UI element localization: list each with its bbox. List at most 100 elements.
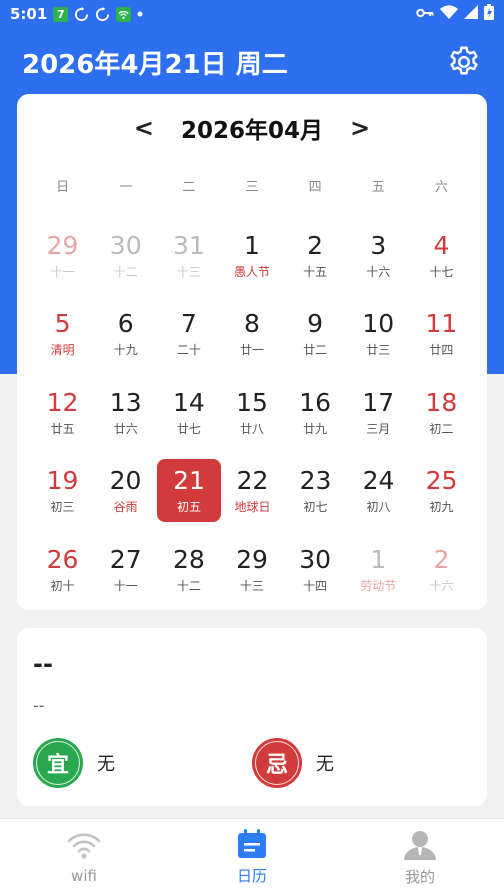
calendar-day[interactable]: 31 十三	[157, 222, 220, 301]
calendar-day[interactable]: 17 三月	[347, 379, 410, 458]
calendar-day[interactable]: 25 初九	[410, 458, 473, 537]
lunar-date: 劳动节	[360, 578, 397, 593]
calendar-day[interactable]: 23 初七	[284, 458, 347, 537]
lunar-date: 二十	[176, 343, 201, 358]
person-icon	[404, 831, 436, 860]
calendar-day[interactable]: 18 初二	[410, 379, 473, 458]
nav-calendar[interactable]: 日历	[168, 819, 336, 896]
month-title[interactable]: 2026年04月	[181, 111, 323, 145]
lunar-date: 十七	[429, 264, 454, 279]
calendar-day[interactable]: 19 初三	[31, 458, 94, 537]
calendar-day[interactable]: 20 谷雨	[94, 458, 157, 537]
calendar-day[interactable]: 24 初八	[347, 458, 410, 537]
day-number: 31	[172, 230, 205, 260]
calendar-day[interactable]: 5 清明	[31, 301, 94, 380]
nav-profile-label: 我的	[404, 868, 435, 886]
nav-profile[interactable]: 我的	[336, 819, 504, 896]
battery-icon	[484, 4, 494, 24]
calendar-day[interactable]: 6 十九	[94, 301, 157, 380]
calendar-day[interactable]: 8 廿一	[220, 301, 283, 380]
day-number: 24	[362, 466, 395, 496]
lunar-date: 十五	[303, 264, 328, 279]
lunar-date: 初五	[176, 500, 201, 515]
lunar-date: 十九	[113, 343, 138, 358]
calendar-day[interactable]: 12 廿五	[31, 379, 94, 458]
day-number: 23	[299, 466, 332, 496]
prev-month-button[interactable]: <	[131, 114, 157, 142]
weekday-label: 日	[56, 180, 70, 195]
calendar-day[interactable]: 7 二十	[157, 301, 220, 380]
day-number: 28	[172, 544, 205, 574]
day-number: 7	[180, 309, 197, 339]
selected-day-highlight: 21 初五	[157, 459, 221, 523]
calendar-day[interactable]: 1 劳动节	[347, 536, 410, 615]
settings-button[interactable]	[446, 44, 482, 80]
calendar-day[interactable]: 28 十二	[157, 536, 220, 615]
calendar-day[interactable]: 11 廿四	[410, 301, 473, 380]
calendar-card: < 2026年04月 > 日一二三四五六 29 十一 30 十二 31 十三 1 愚人节 2 十五…	[17, 94, 487, 610]
cell-signal-icon	[464, 5, 478, 23]
lunar-date: 谷雨	[113, 500, 138, 515]
calendar-day[interactable]: 1 愚人节	[220, 222, 283, 301]
nav-wifi[interactable]: wifi	[0, 819, 168, 896]
calendar-day[interactable]: 29 十一	[31, 222, 94, 301]
day-number: 10	[362, 309, 395, 339]
day-number: 25	[425, 466, 458, 496]
calendar-day[interactable]: 2 十六	[410, 536, 473, 615]
yi-section: 宜 无	[33, 738, 115, 788]
calendar-day[interactable]: 4 十七	[410, 222, 473, 301]
lunar-date: 十三	[239, 578, 264, 593]
calendar-week-row: 26 初十 27 十一 28 十二 29 十三 30 十四 1 劳动节 2 十六	[31, 536, 473, 615]
calendar-day[interactable]: 10 廿三	[347, 301, 410, 380]
month-navigator: < 2026年04月 >	[17, 108, 487, 148]
calendar-week-row: 5 清明 6 十九 7 二十 8 廿一 9 廿二 10 廿三 11 廿四	[31, 301, 473, 380]
calendar-day-selected[interactable]: 21 初五	[157, 458, 221, 537]
weekday-label: 三	[245, 180, 259, 195]
next-month-button[interactable]: >	[347, 114, 373, 142]
calendar-day[interactable]: 22 地球日	[221, 458, 284, 537]
day-number: 2	[307, 230, 324, 260]
weekday-label: 一	[119, 180, 133, 195]
almanac-title: --	[33, 650, 53, 678]
calendar-day[interactable]: 16 廿九	[284, 379, 347, 458]
calendar-week-row: 29 十一 30 十二 31 十三 1 愚人节 2 十五 3 十六 4 十七	[31, 222, 473, 301]
calendar-day[interactable]: 27 十一	[94, 536, 157, 615]
day-number: 15	[236, 387, 268, 417]
app-header: 2026年4月21日 周二	[22, 40, 482, 84]
day-number: 19	[46, 466, 79, 496]
lunar-date: 廿四	[429, 343, 454, 358]
calendar-day[interactable]: 26 初十	[31, 536, 94, 615]
calendar-day[interactable]: 30 十二	[94, 222, 157, 301]
calendar-day[interactable]: 13 廿六	[94, 379, 157, 458]
weekday-label: 六	[434, 180, 448, 195]
calendar-day[interactable]: 2 十五	[284, 222, 347, 301]
ji-section: 忌 无	[252, 738, 334, 788]
ji-badge: 忌	[252, 738, 302, 788]
day-number: 5	[54, 309, 71, 339]
calendar-day[interactable]: 30 十四	[284, 536, 347, 615]
weekday-label: 二	[182, 180, 196, 195]
day-number: 1	[244, 230, 260, 260]
day-number: 17	[362, 387, 395, 417]
calendar-day[interactable]: 9 廿二	[284, 301, 347, 380]
calendar-day[interactable]: 29 十三	[220, 536, 283, 615]
wifi-signal-icon	[440, 5, 458, 23]
almanac-subtitle: --	[33, 696, 45, 715]
lunar-date: 愚人节	[233, 264, 270, 279]
calendar-day[interactable]: 3 十六	[347, 222, 410, 301]
calendar-day[interactable]: 15 廿八	[220, 379, 283, 458]
page-title: 2026年4月21日 周二	[22, 49, 288, 80]
day-number: 9	[307, 309, 324, 339]
lunar-date: 廿六	[113, 421, 138, 436]
lunar-date: 三月	[366, 421, 391, 436]
sync-icon-2	[95, 6, 110, 22]
lunar-date: 十二	[176, 578, 201, 593]
day-number: 6	[117, 309, 134, 339]
lunar-date: 廿八	[239, 421, 264, 436]
day-number: 14	[172, 387, 205, 417]
lunar-date: 初七	[303, 500, 328, 515]
key-icon	[416, 5, 434, 23]
day-number: 18	[425, 387, 458, 417]
calendar-day[interactable]: 14 廿七	[157, 379, 220, 458]
lunar-date: 廿三	[366, 343, 391, 358]
